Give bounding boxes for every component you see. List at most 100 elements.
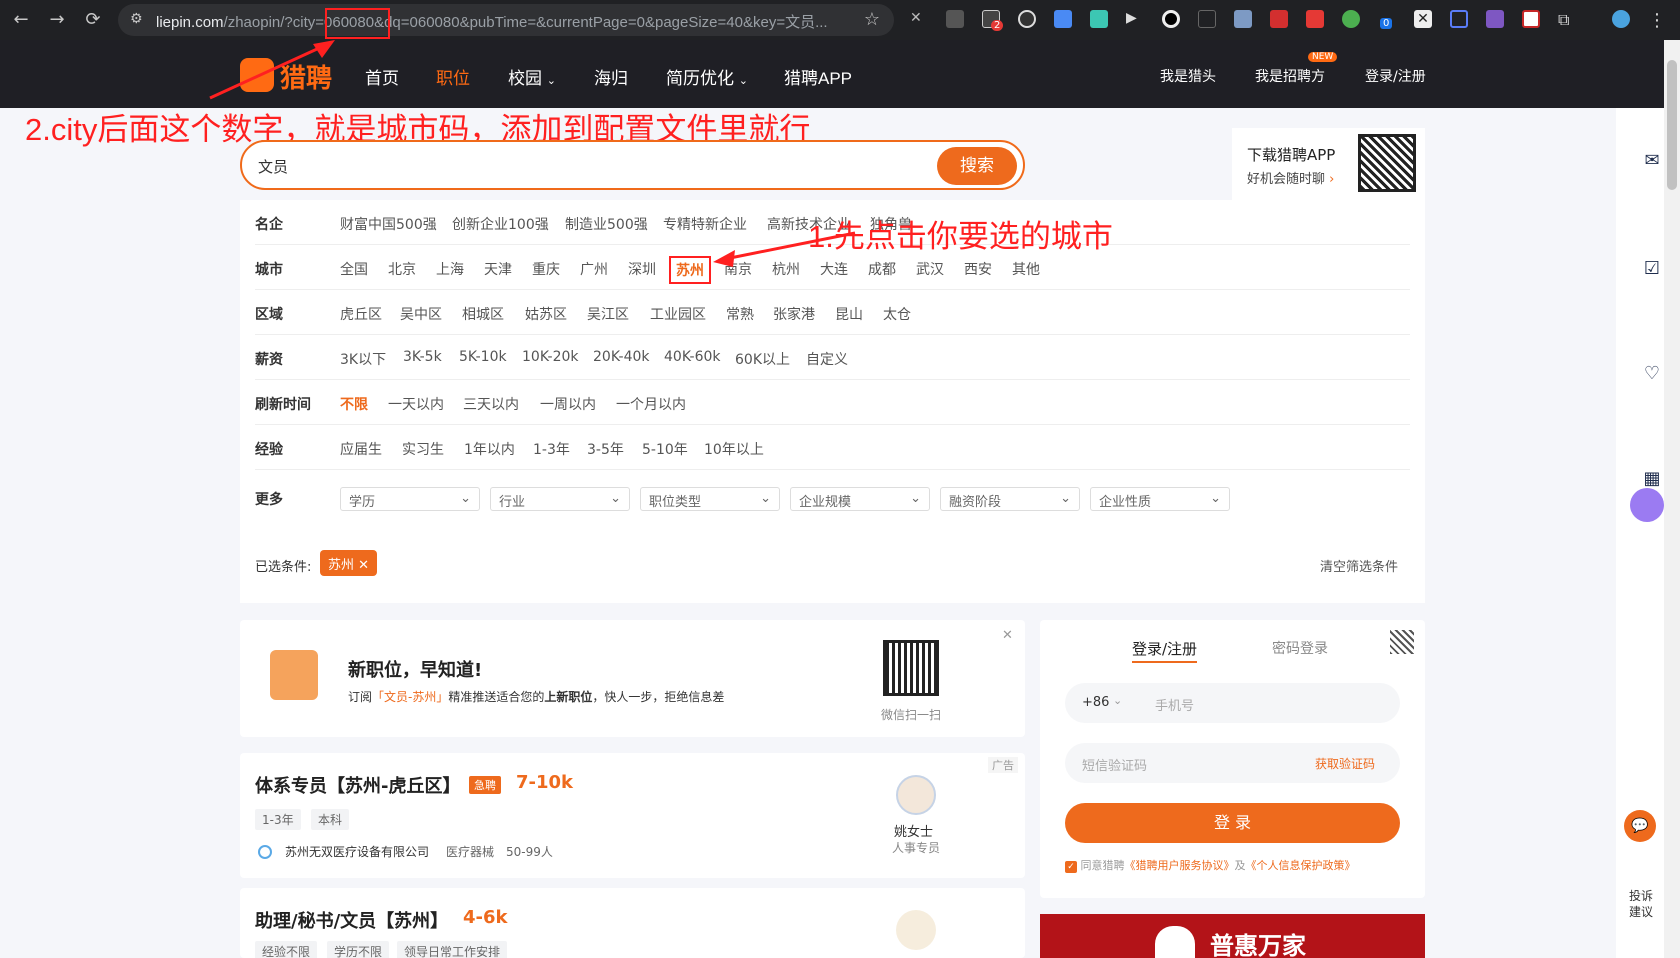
filter-option[interactable]: 全国 [340,259,368,279]
qr-login-icon[interactable] [1390,630,1414,654]
filter-option[interactable]: 5K-10k [459,349,507,365]
filter-option[interactable]: 自定义 [806,349,848,369]
assistant-bubble[interactable] [1630,488,1664,522]
filter-option[interactable]: 60K以上 [735,349,790,369]
search-input[interactable]: 文员 [258,156,288,177]
nav-jobs[interactable]: 职位 [436,64,470,89]
nav-app[interactable]: 猎聘APP [784,64,852,89]
extension-icon[interactable] [1486,10,1504,28]
filter-option[interactable]: 上海 [436,259,464,279]
filter-option[interactable]: 10年以上 [704,439,764,459]
tab-login-register[interactable]: 登录/注册 [1132,638,1198,663]
code-field[interactable]: 短信验证码 获取验证码 [1065,743,1400,783]
agree-checkbox[interactable]: ✓ [1065,861,1077,873]
select-company-type[interactable]: 企业性质 ⌄ [1090,487,1230,511]
nav-recruiter[interactable]: 我是招聘方 [1255,66,1325,86]
selected-chip[interactable]: 苏州 ✕ [320,550,378,576]
extension-icon[interactable] [1306,10,1324,28]
filter-option[interactable]: 武汉 [916,259,944,279]
get-code-button[interactable]: 获取验证码 [1315,755,1375,772]
filter-option[interactable]: 1年以内 [464,439,515,459]
select-education[interactable]: 学历 ⌄ [340,487,480,511]
filter-option[interactable]: 实习生 [402,439,444,459]
job-title[interactable]: 助理/秘书/文员【苏州】 [255,907,448,933]
close-icon[interactable]: ✕ [1002,628,1013,643]
filter-option[interactable]: 一天以内 [388,394,444,414]
filter-option[interactable]: 创新企业100强 [452,214,549,234]
extension-icon[interactable] [1450,10,1468,28]
nav-login[interactable]: 登录/注册 [1365,66,1426,86]
filter-option[interactable]: 三天以内 [463,394,519,414]
job-card[interactable]: 体系专员【苏州-虎丘区】 急聘 7-10k 1-3年 本科 苏州无双医疗设备有限… [240,753,1025,878]
filter-option[interactable]: 北京 [388,259,416,279]
filter-option[interactable]: 吴江区 [587,304,629,324]
filter-option[interactable]: 3-5年 [587,439,624,459]
filter-option[interactable]: 20K-40k [593,349,650,365]
nav-resume[interactable]: 简历优化 ⌄ [666,64,748,89]
extension-icon[interactable] [1162,10,1180,28]
extension-icon[interactable]: 0 [1378,10,1396,29]
extensions-puzzle-icon[interactable]: ⧉ [1558,10,1576,29]
filter-option[interactable]: 吴中区 [400,304,442,324]
filter-option[interactable]: 常熟 [726,304,754,324]
filter-option[interactable]: 1-3年 [533,439,570,459]
filter-option[interactable]: 财富中国500强 [340,214,437,234]
search-box[interactable]: 文员 搜索 [240,140,1025,190]
filter-option[interactable]: 太仓 [883,304,911,324]
filter-option[interactable]: 5-10年 [642,439,688,459]
extension-icon[interactable] [1018,10,1036,28]
extension-x-icon[interactable]: ✕ [910,10,928,28]
bookmark-star-icon[interactable]: ☆ [864,9,880,30]
filter-option-selected[interactable]: 不限 [340,394,368,414]
select-industry[interactable]: 行业 ⌄ [490,487,630,511]
site-info-icon[interactable]: ⚙ [130,11,143,27]
message-icon[interactable]: ✉ [1640,150,1664,174]
extension-icon[interactable] [1090,10,1108,28]
extension-icon[interactable] [1522,10,1540,28]
filter-option[interactable]: 成都 [868,259,896,279]
forward-icon[interactable]: → [46,9,68,31]
nav-headhunter[interactable]: 我是猎头 [1160,66,1216,86]
company-name[interactable]: 苏州无双医疗设备有限公司 [285,843,429,860]
extension-icon[interactable] [946,10,964,28]
filter-option[interactable]: 一周以内 [540,394,596,414]
back-icon[interactable]: ← [10,9,32,31]
login-button[interactable]: 登 录 [1065,803,1400,843]
select-funding[interactable]: 融资阶段 ⌄ [940,487,1080,511]
select-job-type[interactable]: 职位类型 ⌄ [640,487,780,511]
extension-icon[interactable] [1054,10,1072,28]
tab-password-login[interactable]: 密码登录 [1272,638,1328,658]
filter-option[interactable]: 重庆 [532,259,560,279]
reload-icon[interactable]: ⟳ [82,9,104,31]
extension-pointer-icon[interactable]: ▶ [1126,10,1144,28]
phone-field[interactable]: +86 ⌄ 手机号 [1065,683,1400,723]
filter-option[interactable]: 工业园区 [650,304,706,324]
filter-option[interactable]: 深圳 [628,259,656,279]
select-company-size[interactable]: 企业规模 ⌄ [790,487,930,511]
filter-option[interactable]: 其他 [1012,259,1040,279]
job-title[interactable]: 体系专员【苏州-虎丘区】 [255,772,460,798]
browser-menu-icon[interactable]: ⋮ [1648,10,1666,31]
filter-option[interactable]: 张家港 [773,304,815,324]
filter-option[interactable]: 天津 [484,259,512,279]
filter-option[interactable]: 一个月以内 [616,394,686,414]
country-code[interactable]: +86 [1082,695,1109,710]
extension-icon[interactable]: 2 [982,10,1004,31]
filter-option[interactable]: 广州 [580,259,608,279]
extension-x-icon[interactable]: ✕ [1414,10,1432,28]
extension-icon[interactable] [1342,10,1360,28]
banner-ad[interactable]: 普惠万家 [1040,914,1425,958]
scrollbar-thumb[interactable] [1667,60,1677,190]
filter-option[interactable]: 虎丘区 [340,304,382,324]
nav-overseas[interactable]: 海归 [594,64,628,89]
favorite-heart-icon[interactable]: ♡ [1640,363,1664,387]
feedback-link[interactable]: 投诉建议 [1627,888,1655,920]
phone-input[interactable]: 手机号 [1155,695,1194,714]
extension-pdf-icon[interactable] [1270,10,1288,28]
clipboard-check-icon[interactable]: ☑ [1640,258,1664,282]
filter-option[interactable]: 应届生 [340,439,382,459]
profile-avatar[interactable] [1612,10,1630,28]
scrollbar[interactable] [1664,40,1680,958]
code-input[interactable]: 短信验证码 [1082,755,1147,774]
filter-option[interactable]: 姑苏区 [525,304,567,324]
